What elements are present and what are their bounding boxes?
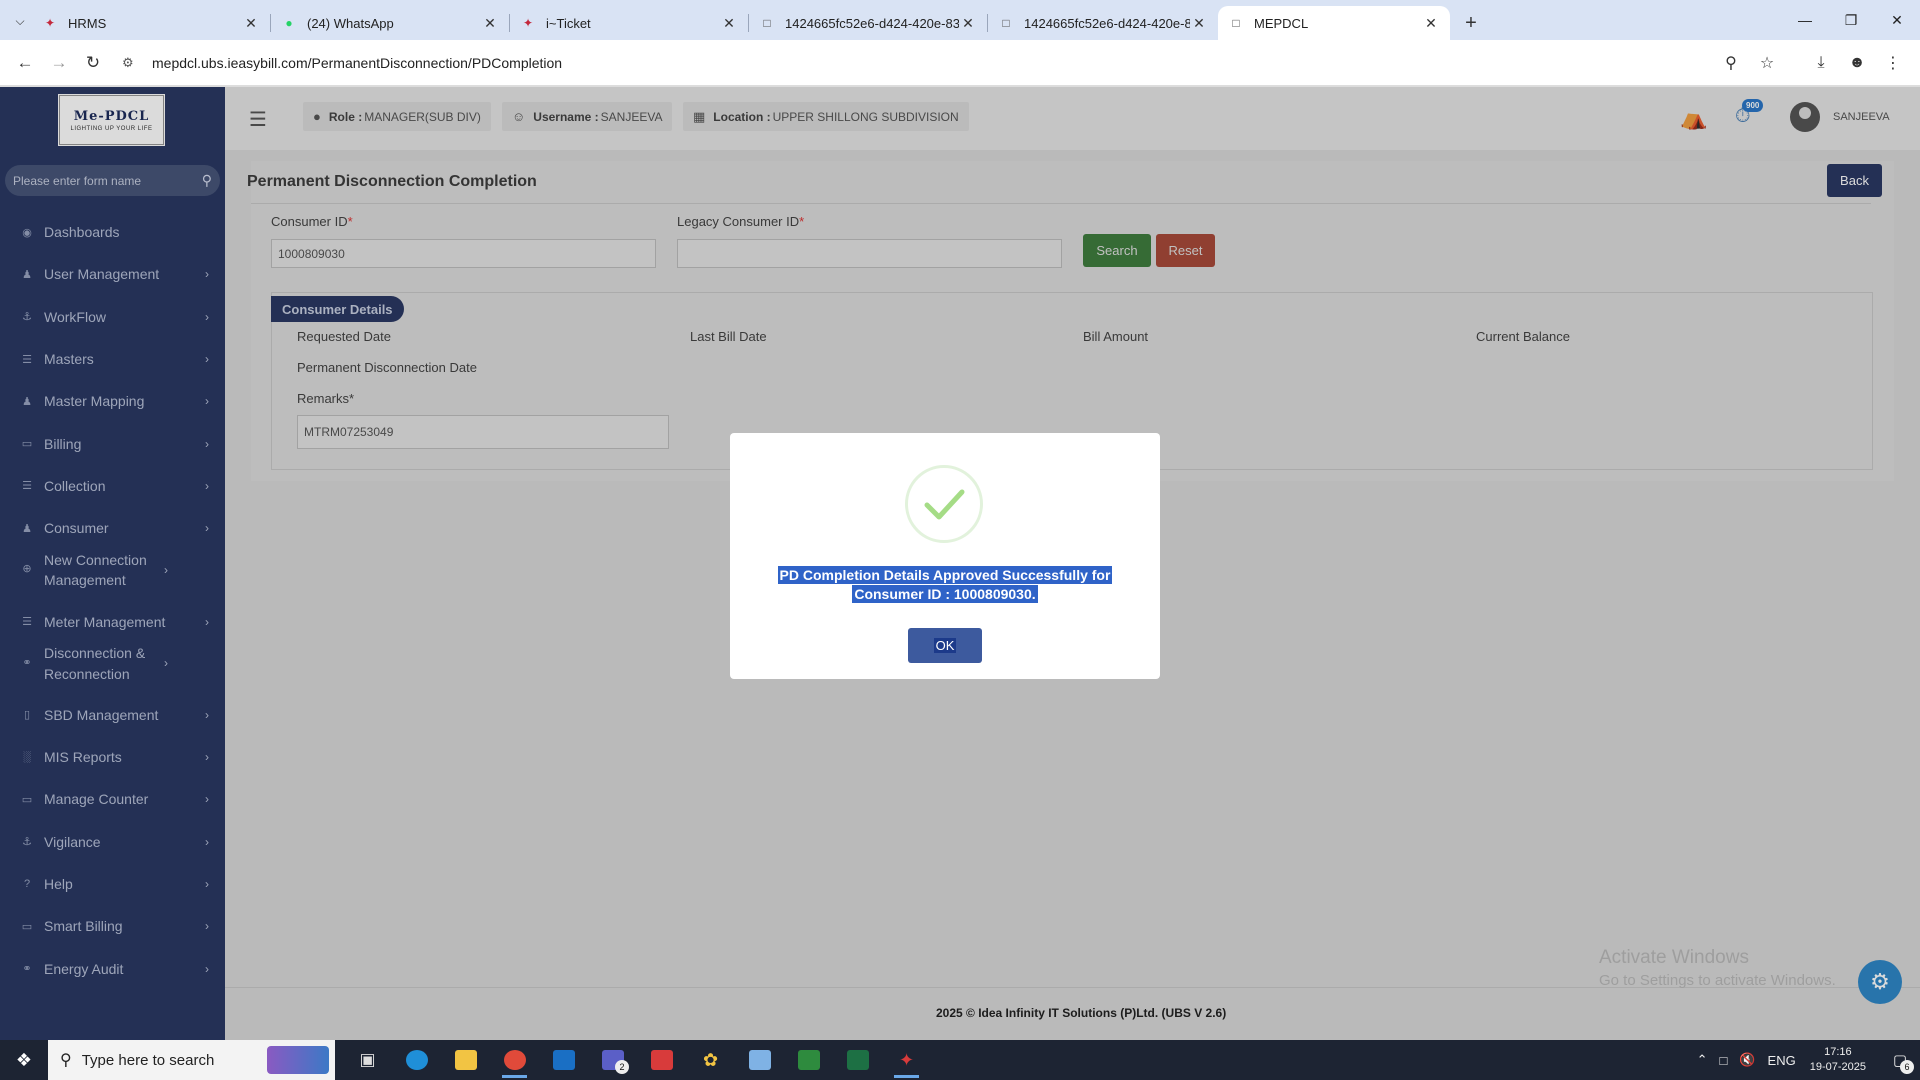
network-icon[interactable]: □ — [1720, 1053, 1728, 1068]
search-highlight-art — [267, 1046, 329, 1074]
calendar-app-icon[interactable] — [637, 1040, 686, 1080]
browser-tab-strip: ⌵ ✦ HRMS ✕ ● (24) WhatsApp ✕ ✦ i~Ticket … — [0, 0, 1920, 40]
browser-tab-document-2[interactable]: □ 1424665fc52e6-d424-420e-83a ✕ — [988, 6, 1218, 40]
reload-icon[interactable]: ↻ — [78, 48, 108, 78]
close-icon[interactable]: ✕ — [242, 15, 260, 32]
minimize-icon[interactable]: — — [1782, 0, 1828, 40]
profile-icon[interactable]: ☻ — [1846, 54, 1868, 72]
clock[interactable]: 17:16 19-07-2025 — [1810, 1045, 1866, 1075]
file-explorer-icon[interactable] — [441, 1040, 490, 1080]
close-icon[interactable]: ✕ — [959, 15, 977, 32]
checkmark-icon — [924, 489, 965, 520]
close-icon[interactable]: ✕ — [1422, 15, 1440, 32]
excel-icon[interactable] — [833, 1040, 882, 1080]
teams-icon[interactable]: 2 — [588, 1040, 637, 1080]
success-message: PD Completion Details Approved Successfu… — [777, 566, 1113, 603]
notification-count-badge: 6 — [1900, 1060, 1914, 1074]
language-indicator[interactable]: ENG — [1768, 1053, 1796, 1068]
browser-tab-iticket[interactable]: ✦ i~Ticket ✕ — [510, 6, 748, 40]
windows-taskbar: ❖ ⚲ Type here to search ▣ 2 ✿ ✦ ⌃ □ 🔇 EN… — [0, 1040, 1920, 1080]
notes-app-icon[interactable] — [735, 1040, 784, 1080]
pinned-app-icon[interactable]: ✦ — [882, 1040, 931, 1080]
windows-start-icon[interactable]: ❖ — [0, 1040, 48, 1080]
teams-badge: 2 — [615, 1060, 629, 1074]
more-menu-icon[interactable]: ⋮ — [1882, 53, 1904, 73]
outlook-icon[interactable] — [539, 1040, 588, 1080]
document-icon: □ — [763, 16, 771, 30]
window-controls: — ❐ ✕ — [1782, 0, 1920, 40]
task-view-icon[interactable]: ▣ — [343, 1040, 392, 1080]
success-dialog: PD Completion Details Approved Successfu… — [730, 433, 1160, 679]
site-info-icon[interactable]: ⚙ — [122, 55, 142, 71]
chevron-up-icon[interactable]: ⌃ — [1697, 1052, 1708, 1068]
paw-app-icon[interactable]: ✿ — [686, 1040, 735, 1080]
sheet-app-icon[interactable] — [784, 1040, 833, 1080]
edge-icon[interactable] — [392, 1040, 441, 1080]
back-arrow-icon[interactable]: ← — [10, 48, 40, 78]
close-icon[interactable]: ✕ — [720, 15, 738, 32]
download-icon[interactable]: ⤓ — [1810, 54, 1832, 72]
bookmark-star-icon[interactable]: ☆ — [1756, 53, 1778, 73]
search-icon: ⚲ — [60, 1052, 72, 1069]
window-close-icon[interactable]: ✕ — [1874, 0, 1920, 40]
browser-tab-mepdcl[interactable]: □ MEPDCL ✕ — [1218, 6, 1450, 40]
zoom-icon[interactable]: ⚲ — [1720, 53, 1742, 73]
ok-button[interactable]: OK — [908, 628, 982, 663]
browser-tab-hrms[interactable]: ✦ HRMS ✕ — [32, 6, 270, 40]
address-bar: ← → ↻ ⚙ mepdcl.ubs.ieasybill.com/Permane… — [0, 40, 1920, 86]
tab-search-dropdown-icon[interactable]: ⌵ — [8, 6, 32, 36]
close-icon[interactable]: ✕ — [1190, 15, 1208, 32]
notification-center-icon[interactable]: ▢ 6 — [1880, 1040, 1920, 1080]
whatsapp-icon: ● — [285, 16, 293, 30]
browser-tab-document-1[interactable]: □ 1424665fc52e6-d424-420e-83a ✕ — [749, 6, 987, 40]
restore-icon[interactable]: ❐ — [1828, 0, 1874, 40]
document-icon: □ — [1232, 16, 1240, 30]
chrome-icon[interactable] — [490, 1040, 539, 1080]
document-icon: □ — [1002, 16, 1010, 30]
app-icon: ✦ — [44, 16, 56, 30]
close-icon[interactable]: ✕ — [481, 15, 499, 32]
system-tray: ⌃ □ 🔇 ENG 17:16 19-07-2025 ▢ 6 — [1691, 1040, 1920, 1080]
forward-arrow-icon[interactable]: → — [44, 48, 74, 78]
volume-muted-icon[interactable]: 🔇 — [1739, 1052, 1755, 1068]
url-field[interactable]: ⚙ mepdcl.ubs.ieasybill.com/PermanentDisc… — [112, 46, 1720, 80]
success-check-icon — [905, 465, 983, 543]
new-tab-button[interactable]: + — [1456, 8, 1486, 38]
browser-tab-whatsapp[interactable]: ● (24) WhatsApp ✕ — [271, 6, 509, 40]
taskbar-search[interactable]: ⚲ Type here to search — [48, 1040, 335, 1080]
app-icon: ✦ — [522, 16, 534, 30]
